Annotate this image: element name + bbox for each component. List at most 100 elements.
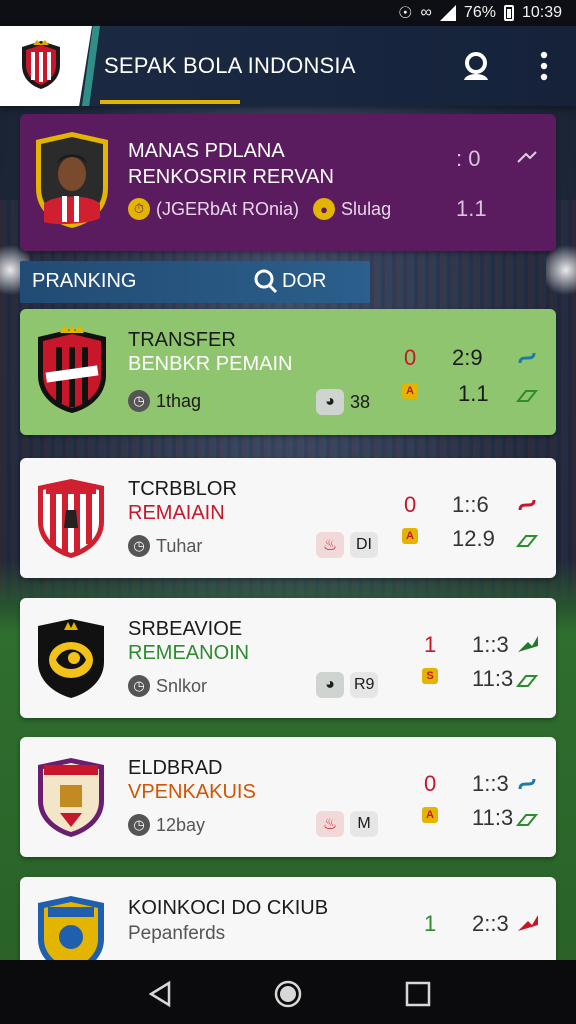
card-num-b: 11:3 <box>472 805 514 830</box>
nav-recents-button[interactable] <box>398 974 438 1014</box>
battery-icon <box>503 5 514 21</box>
card-score-a: 0 <box>404 345 417 370</box>
nav-home-button[interactable] <box>268 974 308 1014</box>
club-crest-icon <box>38 325 106 413</box>
trend-up-icon[interactable] <box>516 913 540 933</box>
card-score-a: 1 <box>424 632 437 657</box>
club-crest-icon <box>38 758 104 837</box>
club-card[interactable]: TRANSFER BENBKR PEMAIN ◷ 1thag ◕ 38 0 A … <box>20 309 556 435</box>
pill-icon: ◕ <box>316 389 344 415</box>
card-meta-left: 12bay <box>156 814 206 835</box>
clock-icon: ◷ <box>128 535 150 557</box>
featured-meta-right: Slulag <box>341 198 392 219</box>
card-pill-value: M <box>350 811 378 837</box>
card-pill: ♨ DI <box>316 532 378 558</box>
transfer-icon[interactable] <box>516 534 538 548</box>
card-line1: SRBEAVIOE <box>128 618 243 640</box>
card-pill-value: DI <box>350 532 378 558</box>
search-label: DOR <box>282 270 327 292</box>
recents-icon <box>405 981 431 1007</box>
card-meta-left: 1thag <box>156 390 202 411</box>
ranking-search-bar[interactable]: PRANKING DOR <box>20 261 370 303</box>
card-score-b: 2:9 <box>452 345 483 370</box>
card-score-b: 1::3 <box>472 632 509 657</box>
featured-num-bottom: 1.1 <box>456 196 487 221</box>
card-score-a: 1 <box>424 911 437 936</box>
card-line1: TRANSFER <box>128 329 236 351</box>
card-num-b: 12.9 <box>452 526 495 551</box>
title-underline <box>100 100 240 104</box>
pill-icon: ◕ <box>316 672 344 698</box>
card-meta: ◷ 12bay <box>128 814 205 836</box>
coin-icon: ⏱ <box>128 198 150 220</box>
card-meta: ◷ Tuhar <box>128 535 202 557</box>
card-num-b: 1.1 <box>458 381 489 406</box>
card-score-b: 1::3 <box>472 771 509 796</box>
clock-icon: ◷ <box>128 675 150 697</box>
swap-icon[interactable] <box>516 349 538 367</box>
clock-icon: ◷ <box>128 390 150 412</box>
profile-icon <box>464 52 488 80</box>
nav-back-button[interactable] <box>140 974 180 1014</box>
card-line1: ELDBRAD <box>128 757 223 779</box>
trend-icon[interactable] <box>516 150 538 164</box>
home-icon <box>274 980 302 1008</box>
flame-icon: ♨ <box>316 811 344 837</box>
card-line2: Pepanferds <box>128 923 226 944</box>
notification-icon: ☉ <box>398 5 413 22</box>
ranking-label: PRANKING <box>32 270 137 292</box>
featured-num-top: : 0 <box>456 146 481 171</box>
club-crest-icon <box>38 619 104 698</box>
swap-icon[interactable] <box>516 775 538 793</box>
club-card[interactable]: KOINKOCI DO CKIUB Pepanferds 1 2::3 <box>20 877 556 967</box>
card-line2: VPENKAKUIS <box>128 781 256 803</box>
featured-meta: ⏱ (JGERbAt ROnia) ● Slulag <box>128 198 391 220</box>
card-score-a: 0 <box>424 771 437 796</box>
more-vert-icon <box>540 51 548 81</box>
vibrate-icon: ∞ <box>420 4 432 21</box>
trend-up-icon[interactable] <box>516 634 540 654</box>
featured-meta-left: (JGERbAt ROnia) <box>156 198 300 219</box>
club-card[interactable]: ELDBRAD VPENKAKUIS ◷ 12bay ♨ M 0 A 1::3 … <box>20 737 556 857</box>
transfer-icon[interactable] <box>516 389 538 403</box>
card-pill: ◕ R9 <box>316 672 379 698</box>
transfer-icon[interactable] <box>516 813 538 827</box>
card-pill: ♨ M <box>316 811 378 837</box>
featured-player-card[interactable]: MANAS PDLANA RENKOSRIR RERVAN ⏱ (JGERbAt… <box>20 114 556 251</box>
card-score-a: 0 <box>404 492 417 517</box>
club-card[interactable]: TCRBBLOR REMAIAIN ◷ Tuhar ♨ DI 0 A 1::6 … <box>20 458 556 578</box>
card-line2: REMAIAIN <box>128 502 225 524</box>
card-pill-value: R9 <box>350 672 379 698</box>
status-bar: ☉ ∞ 76% 10:39 <box>0 0 576 26</box>
swap-icon[interactable] <box>516 496 538 514</box>
profile-button[interactable] <box>456 46 496 86</box>
card-meta-left: Tuhar <box>156 535 203 556</box>
card-badge-icon: A <box>422 807 438 823</box>
flame-icon: ♨ <box>316 532 344 558</box>
card-meta: ◷ Snlkor <box>128 675 207 697</box>
app-title: SEPAK BOLA INDONSIA <box>104 53 356 78</box>
signal-icon <box>439 5 456 21</box>
battery-percent: 76% <box>463 4 496 21</box>
more-button[interactable] <box>524 46 564 86</box>
app-bar: SEPAK BOLA INDONSIA <box>0 26 576 106</box>
card-badge-icon: S <box>422 668 438 684</box>
club-crest-icon <box>38 896 104 967</box>
search-icon[interactable] <box>254 269 278 295</box>
card-line2: BENBKR PEMAIN <box>128 353 293 375</box>
featured-line2: RENKOSRIR RERVAN <box>128 166 334 188</box>
card-meta: ◷ 1thag <box>128 390 201 412</box>
app-logo-icon[interactable] <box>20 39 62 91</box>
transfer-icon[interactable] <box>516 674 538 688</box>
club-card[interactable]: SRBEAVIOE REMEANOIN ◷ Snlkor ◕ R9 1 S 1:… <box>20 598 556 718</box>
card-line1: TCRBBLOR <box>128 478 237 500</box>
system-nav-bar <box>0 960 576 1024</box>
card-pill-value: 38 <box>350 391 371 412</box>
card-line2: REMEANOIN <box>128 642 250 664</box>
featured-line1: MANAS PDLANA <box>128 140 285 162</box>
back-icon <box>148 980 171 1008</box>
player-portrait <box>36 132 108 228</box>
card-score-b: 1::6 <box>452 492 489 517</box>
card-line1: KOINKOCI DO CKIUB <box>128 897 329 919</box>
card-badge-icon: A <box>402 528 418 544</box>
